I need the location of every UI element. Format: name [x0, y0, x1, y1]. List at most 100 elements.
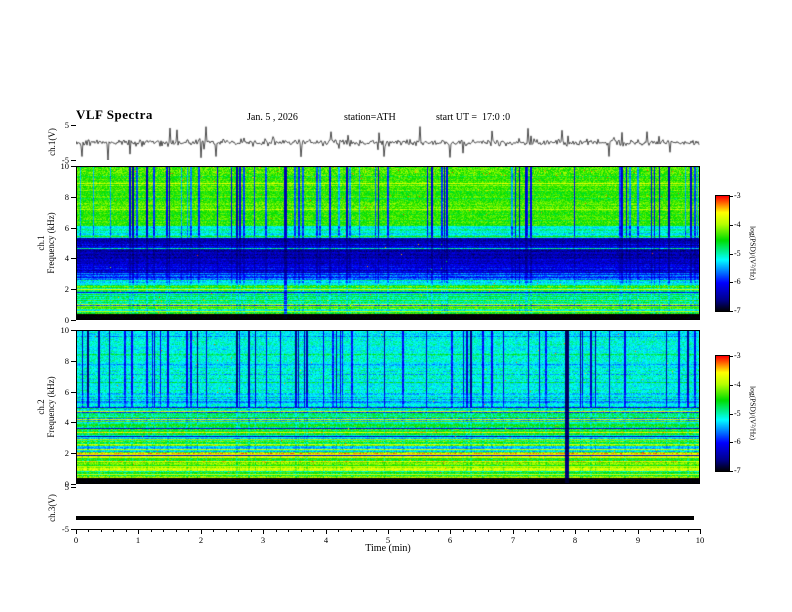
axis-tick — [276, 529, 277, 532]
axis-tick — [575, 529, 576, 534]
colorbar-tick-label: -4 — [734, 220, 741, 229]
axis-tick — [650, 529, 651, 532]
axis-tick — [525, 529, 526, 532]
axis-tick — [730, 225, 733, 226]
axis-tick — [151, 529, 152, 532]
colorbar-ch1 — [715, 195, 730, 312]
axis-tick — [588, 529, 589, 532]
axis-tick — [730, 356, 733, 357]
ch1-spectrogram-panel — [76, 166, 700, 320]
ch1-waveform-plot — [76, 125, 700, 160]
axis-tick — [163, 529, 164, 532]
tick-label: 2 — [198, 535, 204, 545]
tick-label: 4 — [64, 417, 69, 427]
axis-tick — [71, 453, 76, 454]
colorbar-ch2 — [715, 355, 730, 472]
tick-label: 5 — [64, 482, 69, 492]
axis-tick — [625, 529, 626, 532]
axis-tick — [71, 484, 76, 485]
axis-tick — [425, 529, 426, 532]
axis-tick — [376, 529, 377, 532]
axis-tick — [71, 289, 76, 290]
tick-label: 10 — [60, 325, 70, 335]
tick-label: 8 — [572, 535, 578, 545]
axis-tick — [76, 529, 77, 534]
tick-label: 8 — [64, 192, 69, 202]
axis-tick — [438, 529, 439, 532]
ch1-voltage-axis-label: ch.1(V) — [47, 128, 57, 156]
tick-label: 6 — [447, 535, 453, 545]
tick-label: 3 — [260, 535, 266, 545]
colorbar-tick-label: -6 — [734, 277, 741, 286]
axis-tick — [363, 529, 364, 532]
axis-tick — [730, 196, 733, 197]
axis-tick — [213, 529, 214, 532]
axis-tick — [613, 529, 614, 532]
axis-tick — [488, 529, 489, 532]
tick-label: 7 — [510, 535, 516, 545]
axis-tick — [313, 529, 314, 532]
colorbar-ch1-label: log(PSD)/(V²/Hz) — [748, 226, 758, 280]
colorbar-tick-label: -3 — [734, 191, 741, 200]
tick-label: -5 — [61, 524, 69, 534]
axis-tick — [71, 228, 76, 229]
axis-tick — [71, 258, 76, 259]
axis-tick — [450, 529, 451, 534]
ch2-frequency-axis-label: ch.2 Frequency (kHz) — [36, 376, 56, 437]
axis-tick — [71, 361, 76, 362]
axis-tick — [730, 282, 733, 283]
axis-tick — [730, 385, 733, 386]
tick-label: 2 — [64, 284, 69, 294]
tick-label: 6 — [64, 223, 69, 233]
tick-label: 2 — [64, 448, 69, 458]
axis-tick — [388, 529, 389, 534]
axis-tick — [176, 529, 177, 532]
axis-tick — [730, 414, 733, 415]
axis-tick — [563, 529, 564, 532]
ch1-frequency-axis-label: ch.1 Frequency (kHz) — [36, 212, 56, 273]
ch1-spectrogram — [77, 167, 699, 319]
axis-tick — [71, 392, 76, 393]
colorbar-tick-label: -5 — [734, 249, 741, 258]
axis-tick — [71, 487, 76, 488]
axis-tick — [71, 166, 76, 167]
axis-tick — [288, 529, 289, 532]
axis-label-line: ch.1 — [36, 235, 46, 251]
tick-label: 10 — [60, 161, 70, 171]
axis-tick — [71, 422, 76, 423]
ch3-voltage-axis-label: ch.3(V) — [47, 494, 57, 522]
axis-tick — [188, 529, 189, 532]
tick-label: 0 — [64, 315, 69, 325]
ch3-flatline-trace — [76, 516, 694, 520]
tick-label: 9 — [635, 535, 641, 545]
axis-tick — [71, 320, 76, 321]
axis-tick — [463, 529, 464, 532]
figure-date: Jan. 5 , 2026 — [247, 112, 298, 123]
axis-tick — [475, 529, 476, 532]
axis-tick — [138, 529, 139, 534]
tick-label: 8 — [64, 356, 69, 366]
axis-tick — [730, 471, 733, 472]
axis-tick — [101, 529, 102, 532]
axis-tick — [638, 529, 639, 534]
axis-tick — [226, 529, 227, 532]
tick-label: 5 — [64, 120, 69, 130]
axis-tick — [538, 529, 539, 532]
tick-label: 1 — [135, 535, 141, 545]
figure-title: VLF Spectra — [76, 107, 153, 122]
vlf-spectra-figure: VLF Spectra Jan. 5 , 2026 station=ATH st… — [0, 0, 792, 612]
axis-tick — [413, 529, 414, 532]
axis-tick — [730, 442, 733, 443]
tick-label: 0 — [73, 535, 79, 545]
axis-tick — [550, 529, 551, 532]
colorbar-tick-label: -3 — [734, 351, 741, 360]
axis-label-line: Frequency (kHz) — [46, 376, 56, 438]
colorbar-ch2-label: log(PSD)/(V²/Hz) — [748, 386, 758, 440]
axis-tick — [326, 529, 327, 534]
tick-label: 4 — [64, 253, 69, 263]
axis-tick — [400, 529, 401, 532]
axis-tick — [730, 254, 733, 255]
axis-tick — [71, 330, 76, 331]
axis-tick — [730, 311, 733, 312]
colorbar-tick-label: -7 — [734, 466, 741, 475]
